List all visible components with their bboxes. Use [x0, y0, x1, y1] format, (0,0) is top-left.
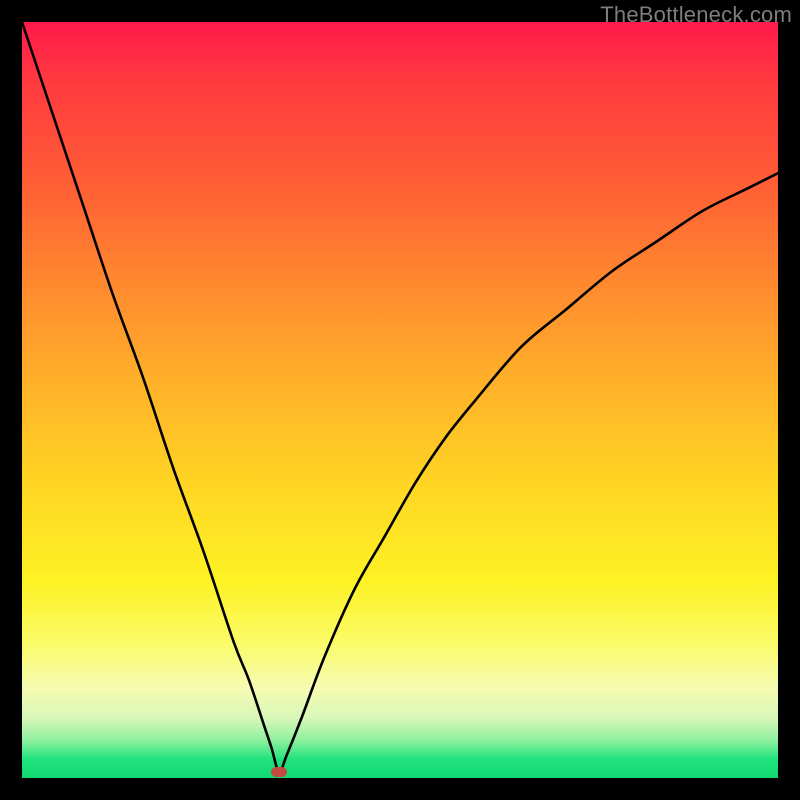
optimal-marker — [271, 767, 287, 777]
plot-area — [22, 22, 778, 778]
watermark-text: TheBottleneck.com — [600, 2, 792, 28]
bottleneck-curve — [22, 22, 778, 778]
chart-frame: TheBottleneck.com — [0, 0, 800, 800]
